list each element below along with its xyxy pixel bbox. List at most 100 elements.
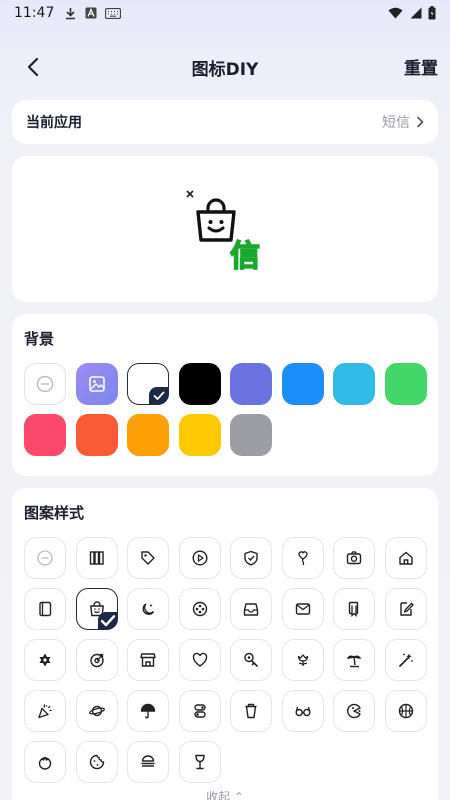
basketball-icon [398,703,413,719]
pattern-option-moon[interactable] [127,588,169,630]
wifi-icon [388,7,403,19]
pattern-option-shield[interactable] [230,537,272,579]
cup-icon [245,703,257,719]
status-time: 11:47 [14,5,55,21]
palm-tree-icon [346,655,362,668]
store-icon [140,653,156,667]
pacman-icon [347,703,361,719]
pattern-option-edit[interactable] [384,588,427,630]
pattern-option-glasses[interactable] [281,690,324,732]
tomato-icon [38,756,52,770]
toggle-icon [193,704,206,718]
none-icon [37,550,53,566]
flower-icon [297,654,308,666]
swatch-color[interactable] [178,414,221,456]
pattern-option-pacman[interactable] [333,690,375,732]
cookie-icon [89,754,104,770]
pattern-option-heart[interactable] [178,639,221,681]
pattern-option-play[interactable] [178,537,221,579]
wine-glass-icon [194,754,205,770]
burger-icon [141,755,155,767]
remove-icon[interactable] [186,190,194,198]
current-app-value: 短信 [382,115,410,131]
pattern-title: 图案样式 [24,504,85,522]
pattern-option-umbrella[interactable] [127,690,169,732]
pattern-option-store[interactable] [127,639,169,681]
edit-icon [399,602,414,616]
pattern-option-books[interactable] [75,537,118,579]
status-bar: 11:47 [0,0,450,26]
balloon-icon [297,551,308,566]
swatch-color[interactable] [230,363,272,405]
swatch-color[interactable] [281,363,324,405]
signal-icon [410,7,422,19]
collapse-button[interactable]: 收起 ⌃ [0,788,450,800]
pattern-option-bookmark[interactable] [333,588,375,630]
pattern-option-party-popper[interactable] [24,690,66,732]
selected-badge [97,612,118,630]
pattern-option-wine-glass[interactable] [178,741,221,783]
image-icon [88,376,105,392]
current-app-row[interactable]: 当前应用 短信 [12,100,438,144]
preview-app-badge: 信 [227,235,263,275]
swatch-image[interactable] [75,363,118,405]
pattern-option-balloon[interactable] [281,537,324,579]
pattern-option-none[interactable] [24,537,66,579]
reset-button[interactable]: 重置 [404,54,438,79]
current-app-label: 当前应用 [26,115,82,131]
pattern-option-palm-tree[interactable] [333,639,375,681]
swatch-color[interactable] [24,414,66,456]
star-of-david-icon [39,653,51,667]
check-icon [153,391,165,400]
background-swatch-grid [24,363,427,456]
books-icon [89,551,104,565]
pattern-option-home[interactable] [384,537,427,579]
pattern-option-film-reel[interactable] [178,588,221,630]
download-icon [66,7,76,19]
pattern-option-inbox[interactable] [230,588,272,630]
swatch-color[interactable] [75,414,118,456]
swatch-color[interactable] [127,414,169,456]
battery-icon [428,6,436,20]
pattern-option-cookie[interactable] [75,741,118,783]
pattern-option-flower[interactable] [281,639,324,681]
pattern-option-mail[interactable] [281,588,324,630]
pattern-option-star-of-david[interactable] [24,639,66,681]
swatch-none[interactable] [24,363,66,405]
icon-preview-card: 信 [12,156,438,302]
tag-icon [141,551,155,565]
pattern-option-shopping-bag[interactable] [75,588,118,630]
pattern-option-magic-wand[interactable] [384,639,427,681]
swatch-color[interactable] [384,363,427,405]
keyboard-icon [105,7,122,19]
back-button[interactable] [18,52,48,82]
pattern-option-planet[interactable] [75,690,118,732]
target-icon [89,653,104,668]
magic-wand-icon [398,653,413,667]
party-popper-icon [38,704,52,719]
pattern-option-tag[interactable] [127,537,169,579]
pattern-option-burger[interactable] [127,741,169,783]
pattern-option-wrench[interactable] [230,639,272,681]
umbrella-icon [140,703,156,719]
pattern-option-camera[interactable] [333,537,375,579]
pattern-option-tomato[interactable] [24,741,66,783]
swatch-color[interactable] [127,363,169,405]
background-card: 背景 [12,314,438,476]
swatch-color[interactable] [230,414,272,456]
chevron-left-icon [27,57,39,77]
selected-badge [149,387,169,405]
book-icon [39,601,52,617]
pattern-card: 图案样式 [12,488,438,800]
pattern-option-basketball[interactable] [384,690,427,732]
swatch-color[interactable] [178,363,221,405]
mail-icon [295,603,310,615]
pattern-icon-grid [24,537,427,783]
pattern-option-toggle[interactable] [178,690,221,732]
home-icon [398,551,413,565]
pattern-option-cup[interactable] [230,690,272,732]
pattern-option-book[interactable] [24,588,66,630]
film-reel-icon [192,601,207,617]
swatch-color[interactable] [333,363,375,405]
pattern-option-target[interactable] [75,639,118,681]
